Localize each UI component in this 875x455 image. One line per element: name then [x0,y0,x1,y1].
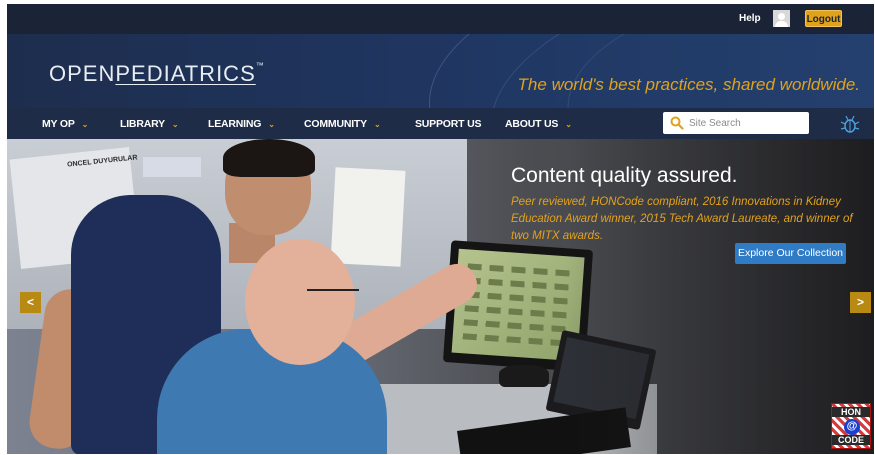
chevron-down-icon: ⌄ [268,120,275,129]
nav-item-library[interactable]: LIBRARY ⌄ [120,118,179,130]
top-utility-bar: Help Logout [7,4,874,34]
site-tagline: The world's best practices, shared world… [517,75,860,94]
logo-pediatrics: PEDIATRICS [115,61,256,86]
chevron-down-icon: ⌄ [373,120,381,129]
nav-item-label: LEARNING [208,118,262,130]
chevron-down-icon: ⌄ [81,120,89,129]
hero-image-person-hair [223,139,315,177]
site-search [663,112,809,134]
search-icon[interactable] [670,116,684,130]
logo-trademark: ™ [255,61,265,70]
site-header: OPENPEDIATRICS™ The world's best practic… [7,34,874,108]
nav-item-label: ABOUT US [505,118,559,130]
site-logo[interactable]: OPENPEDIATRICS™ [49,61,265,87]
hero-image-person-seated-head [245,239,355,365]
chevron-down-icon: ⌄ [565,120,572,129]
carousel-next-button[interactable]: > [850,292,871,313]
nav-item-label: MY OP [42,118,75,130]
nav-item-label: COMMUNITY [304,118,367,130]
carousel-prev-button[interactable]: < [20,292,41,313]
user-avatar-icon[interactable] [773,10,790,27]
main-nav: MY OP ⌄ LIBRARY ⌄ LEARNING ⌄ COMMUNITY ⌄ SUP… [7,108,874,139]
nav-item-label: SUPPORT US [415,118,482,130]
hero-image-monitor-stand [499,365,549,387]
nav-item-label: LIBRARY [120,118,165,130]
hon-badge-line2: @ [844,419,860,435]
logo-open: OPEN [49,61,116,86]
bug-icon[interactable] [839,113,861,135]
hon-code-badge[interactable]: HON @ CODE [831,403,871,449]
help-link[interactable]: Help [739,13,761,24]
hero-image-paper [330,167,406,267]
hero-image-sign [143,157,201,177]
hero-description: Peer reviewed, HONCode compliant, 2016 I… [511,196,853,242]
page-frame: Help Logout OPENPEDIATRICS™ The world's … [7,4,874,454]
nav-item-about-us[interactable]: ABOUT US ⌄ [505,118,572,130]
explore-collection-button[interactable]: Explore Our Collection [735,243,846,264]
hon-badge-line3: CODE [832,435,870,445]
hero-image-glasses [307,289,359,299]
nav-item-learning[interactable]: LEARNING ⌄ [208,118,275,130]
logout-button[interactable]: Logout [805,10,842,27]
hon-badge-line1: HON [832,407,870,417]
search-input[interactable] [689,115,805,131]
chevron-down-icon: ⌄ [171,120,179,129]
hero-caption: Content quality assured. Peer reviewed, … [511,164,861,245]
hero-title: Content quality assured. [511,164,738,187]
nav-item-community[interactable]: COMMUNITY ⌄ [304,118,381,130]
nav-item-support-us[interactable]: SUPPORT US [415,118,481,130]
hero-carousel: ONCEL DUYURULAR Content quality assured.… [7,139,874,454]
nav-item-my-op[interactable]: MY OP ⌄ [42,118,88,130]
